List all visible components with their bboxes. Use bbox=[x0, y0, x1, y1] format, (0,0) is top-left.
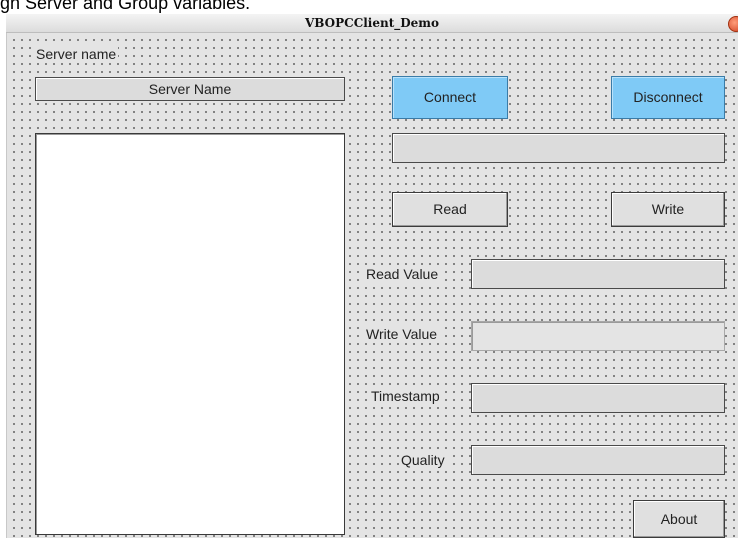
write-value-field[interactable] bbox=[471, 321, 725, 351]
disconnect-button[interactable]: Disconnect bbox=[611, 76, 725, 119]
about-button[interactable]: About bbox=[633, 500, 725, 538]
read-button[interactable]: Read bbox=[392, 192, 508, 227]
quality-field bbox=[471, 445, 725, 475]
quality-label: Quality bbox=[399, 451, 447, 469]
read-value-label: Read Value bbox=[364, 265, 441, 283]
close-icon[interactable] bbox=[728, 16, 738, 32]
connect-button[interactable]: Connect bbox=[392, 76, 508, 119]
window-titlebar[interactable]: VBOPCClient_Demo bbox=[6, 14, 738, 33]
window-title: VBOPCClient_Demo bbox=[304, 16, 439, 30]
read-value-field bbox=[471, 259, 725, 289]
server-name-label: Server name bbox=[34, 45, 119, 63]
items-listbox[interactable] bbox=[35, 133, 345, 535]
timestamp-field bbox=[471, 383, 725, 413]
status-field bbox=[392, 133, 725, 163]
server-name-field[interactable]: Server Name bbox=[35, 77, 345, 101]
timestamp-label: Timestamp bbox=[369, 387, 442, 405]
write-button[interactable]: Write bbox=[611, 192, 725, 227]
write-value-label: Write Value bbox=[364, 325, 440, 343]
form-client-area: Server name Server Name Connect Disconne… bbox=[6, 33, 738, 538]
